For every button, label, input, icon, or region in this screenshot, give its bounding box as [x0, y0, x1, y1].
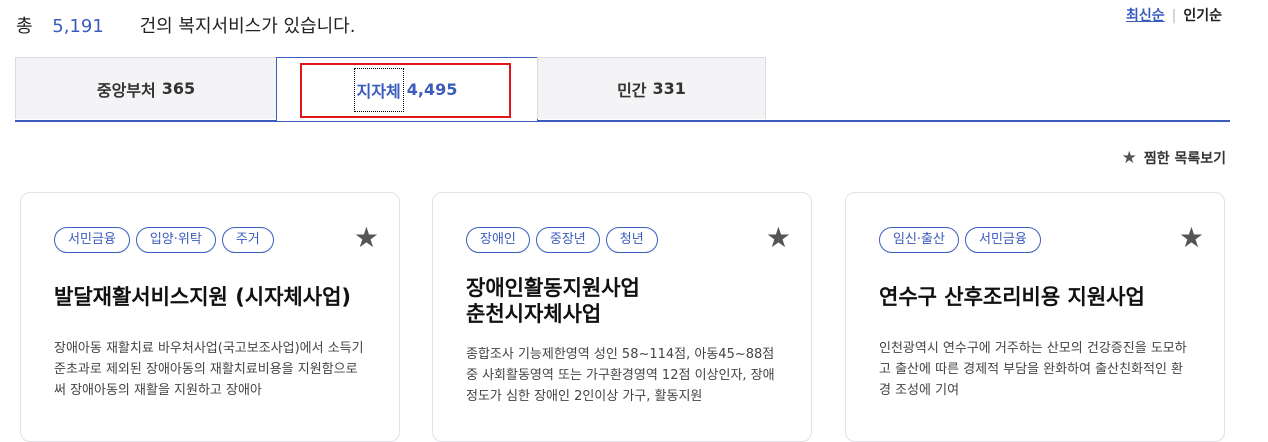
card-description: 종합조사 기능제한영역 성인 58~114점, 아동45~88점 중 사회활동영…	[466, 347, 775, 404]
star-icon: ★	[1121, 148, 1137, 168]
tag-badge[interactable]: 서민금융	[964, 227, 1041, 253]
sort-separator: |	[1171, 8, 1177, 24]
tag-list: 장애인 중장년 청년	[466, 227, 778, 255]
favorite-star-icon[interactable]: ★	[1179, 221, 1204, 254]
result-count: 5,191	[52, 16, 104, 37]
tab-count: 331	[652, 79, 686, 98]
tag-badge[interactable]: 임신·출산	[879, 227, 959, 253]
summary-suffix: 건의 복지서비스가 있습니다.	[139, 16, 356, 37]
tab-private[interactable]: 민간 331	[537, 57, 766, 119]
tab-count: 365	[161, 79, 196, 98]
summary-prefix: 총	[16, 16, 33, 37]
card-description: 장애아동 재활치료 바우처사업(국고보조사업)에서 소득기준초과로 제외된 장애…	[54, 341, 364, 398]
favorite-star-icon[interactable]: ★	[766, 221, 791, 254]
result-summary: 총 5,191 건의 복지서비스가 있습니다.	[16, 12, 355, 38]
favorites-label: 찜한 목록보기	[1143, 151, 1226, 167]
tab-label: 민간	[617, 80, 647, 100]
tag-list: 임신·출산 서민금융	[879, 227, 1191, 255]
category-tabs: 중앙부처 365 지자체 4,495 민간 331	[15, 57, 1230, 122]
tag-badge[interactable]: 청년	[605, 227, 658, 253]
tag-badge[interactable]: 입양·위탁	[135, 227, 216, 253]
highlight-box	[300, 63, 511, 118]
tag-badge[interactable]: 장애인	[466, 227, 530, 253]
tag-badge[interactable]: 주거	[221, 227, 274, 253]
service-card[interactable]: 장애인 중장년 청년 ★ 장애인활동지원사업 춘천시자체사업 종합조사 기능제한…	[432, 192, 812, 442]
tag-badge[interactable]: 서민금융	[54, 227, 130, 253]
tab-central-ministry[interactable]: 중앙부처 365	[15, 57, 277, 119]
service-card[interactable]: 임신·출산 서민금융 ★ 연수구 산후조리비용 지원사업 인천광역시 연수구에 …	[845, 192, 1225, 442]
favorite-star-icon[interactable]: ★	[354, 221, 379, 254]
card-description: 인천광역시 연수구에 거주하는 산모의 건강증진을 도모하고 출산에 따른 경제…	[879, 341, 1187, 398]
card-title[interactable]: 장애인활동지원사업 춘천시자체사업	[466, 275, 778, 327]
sort-options: 최신순 | 인기순	[1126, 5, 1222, 25]
tab-label: 중앙부처	[96, 80, 156, 100]
service-card[interactable]: 서민금융 입양·위탁 주거 ★ 발달재활서비스지원 (시자체사업) 장애아동 재…	[20, 192, 400, 442]
tag-list: 서민금융 입양·위탁 주거	[54, 227, 366, 255]
tag-badge[interactable]: 중장년	[535, 227, 600, 253]
card-title[interactable]: 발달재활서비스지원 (시자체사업)	[54, 284, 366, 310]
favorites-list-button[interactable]: ★ 찜한 목록보기	[1122, 148, 1226, 168]
sort-latest-link[interactable]: 최신순	[1126, 8, 1165, 24]
card-title[interactable]: 연수구 산후조리비용 지원사업	[879, 284, 1191, 310]
sort-popular-link[interactable]: 인기순	[1183, 8, 1222, 24]
